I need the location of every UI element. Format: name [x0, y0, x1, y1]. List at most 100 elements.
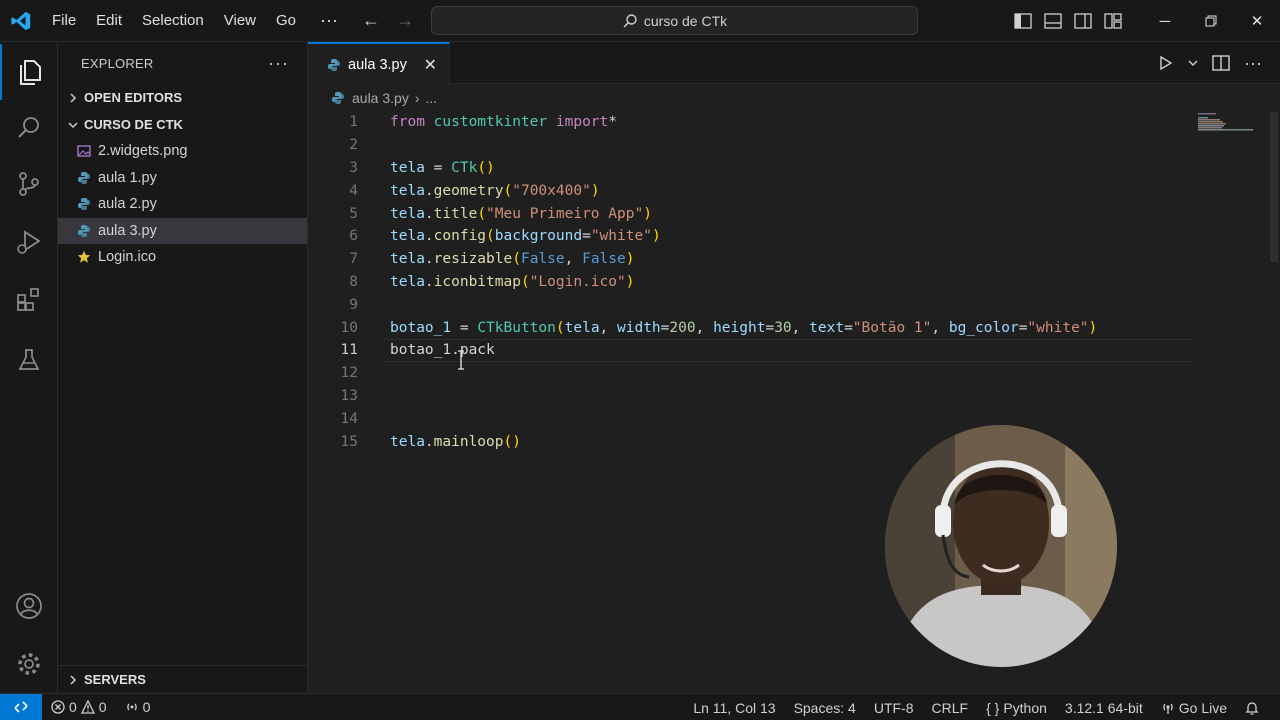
- file-item-aula2[interactable]: aula 2.py: [58, 191, 307, 218]
- python-file-icon: [330, 90, 346, 106]
- search-icon[interactable]: [0, 100, 58, 156]
- toggle-secondary-sidebar-icon[interactable]: [1074, 13, 1092, 29]
- menu-view[interactable]: View: [214, 0, 266, 42]
- python-file-icon: [76, 170, 92, 186]
- tab-aula3[interactable]: aula 3.py ✕: [308, 42, 450, 85]
- notifications-button[interactable]: [1236, 694, 1268, 720]
- cursor-position-status[interactable]: Ln 11, Col 13: [684, 694, 784, 720]
- folder-section[interactable]: CURSO DE CTK: [58, 111, 307, 138]
- file-item-aula1[interactable]: aula 1.py: [58, 165, 307, 192]
- open-editors-section[interactable]: OPEN EDITORS: [58, 84, 307, 111]
- extensions-icon[interactable]: [0, 272, 58, 328]
- bell-icon: [1245, 701, 1259, 715]
- file-item-login-ico[interactable]: Login.ico: [58, 244, 307, 271]
- line-number: 10: [340, 319, 358, 336]
- indentation-status[interactable]: Spaces: 4: [785, 694, 865, 720]
- split-editor-icon[interactable]: [1212, 55, 1230, 71]
- editor-more-actions-icon[interactable]: ···: [1244, 53, 1262, 74]
- restore-button[interactable]: [1188, 0, 1234, 42]
- line-number: 1: [349, 114, 358, 131]
- code-line: 10 botao_1 = CTkButton(tela, width=200, h…: [308, 316, 1208, 339]
- problems-status[interactable]: 0 0: [42, 694, 116, 720]
- file-item-image[interactable]: 2.widgets.png: [58, 138, 307, 165]
- minimap[interactable]: [1198, 112, 1258, 132]
- eol-status[interactable]: CRLF: [923, 694, 978, 720]
- back-arrow-icon[interactable]: ←: [362, 10, 380, 31]
- code-line: 8 tela.iconbitmap("Login.ico"): [308, 271, 1208, 294]
- line-number: 7: [349, 251, 358, 268]
- broadcast-icon: [126, 703, 137, 711]
- code-line: 9: [308, 293, 1208, 316]
- code-text: tela.geometry("700x400"): [390, 182, 600, 199]
- breadcrumb-more[interactable]: ...: [426, 90, 438, 106]
- folder-label: CURSO DE CTK: [84, 117, 183, 132]
- close-icon[interactable]: ✕: [424, 55, 437, 75]
- code-line: 1 from customtkinter import*: [308, 111, 1208, 134]
- menu-bar: File Edit Selection View Go ···: [42, 0, 352, 42]
- explorer-more-button[interactable]: ···: [268, 53, 289, 74]
- source-control-icon[interactable]: [0, 156, 58, 212]
- text-cursor-icon: [458, 350, 464, 370]
- remote-window-button[interactable]: [0, 693, 42, 720]
- servers-section[interactable]: SERVERS: [58, 665, 308, 693]
- code-text: tela.iconbitmap("Login.ico"): [390, 273, 635, 290]
- chevron-down-icon[interactable]: [1188, 58, 1198, 68]
- forward-arrow-icon[interactable]: →: [396, 10, 414, 31]
- breadcrumb: aula 3.py › ...: [308, 84, 1280, 112]
- explorer-title: EXPLORER: [81, 55, 154, 71]
- minimize-button[interactable]: ─: [1142, 0, 1188, 42]
- close-window-button[interactable]: ✕: [1234, 0, 1280, 42]
- code-editor[interactable]: 1 from customtkinter import* 2 3 tela = CT…: [308, 111, 1280, 693]
- file-item-aula3[interactable]: aula 3.py: [58, 217, 307, 244]
- editor-group: aula 3.py ✕ ··· aula 3.py › ... 1 from cu…: [308, 42, 1280, 693]
- language-mode: Python: [1003, 699, 1047, 716]
- tab-label: aula 3.py: [348, 56, 407, 73]
- toggle-primary-sidebar-icon[interactable]: [1014, 13, 1032, 29]
- file-name: aula 1.py: [98, 169, 157, 186]
- run-python-file-icon[interactable]: [1158, 55, 1174, 71]
- breadcrumb-file[interactable]: aula 3.py: [352, 90, 409, 106]
- vertical-scrollbar[interactable]: [1266, 112, 1280, 652]
- menu-file[interactable]: File: [42, 0, 86, 42]
- scrollbar-thumb[interactable]: [1270, 112, 1278, 262]
- settings-gear-icon[interactable]: [0, 636, 58, 692]
- braces-icon: { }: [986, 699, 1000, 716]
- customize-layout-icon[interactable]: [1104, 13, 1122, 29]
- python-file-icon: [76, 196, 92, 212]
- file-name: aula 3.py: [98, 222, 157, 239]
- line-number: 14: [340, 410, 358, 427]
- interpreter-status[interactable]: 3.12.1 64-bit: [1056, 694, 1152, 720]
- title-bar: File Edit Selection View Go ··· ← → curs…: [0, 0, 1280, 42]
- chevron-right-icon: [64, 92, 82, 103]
- command-center-search[interactable]: curso de CTk: [431, 6, 918, 35]
- tab-bar: aula 3.py ✕ ···: [308, 42, 1280, 85]
- menu-edit[interactable]: Edit: [86, 0, 132, 42]
- menu-go[interactable]: Go: [266, 0, 306, 42]
- toggle-panel-icon[interactable]: [1044, 13, 1062, 29]
- go-live-label: Go Live: [1178, 699, 1227, 716]
- servers-label: SERVERS: [84, 672, 146, 687]
- error-count: 0: [69, 699, 77, 715]
- language-mode-status[interactable]: { } Python: [977, 694, 1056, 720]
- menu-selection[interactable]: Selection: [132, 0, 214, 42]
- menu-more-button[interactable]: ···: [306, 10, 352, 31]
- go-live-button[interactable]: Go Live: [1152, 694, 1236, 720]
- accounts-icon[interactable]: [0, 578, 58, 634]
- testing-flask-icon[interactable]: [0, 332, 58, 388]
- line-number: 12: [340, 365, 358, 382]
- end-of-line: CRLF: [931, 699, 969, 716]
- line-number: 9: [349, 296, 358, 313]
- ports-status[interactable]: 0: [116, 694, 160, 720]
- indentation: Spaces: 4: [793, 699, 856, 716]
- explorer-icon[interactable]: [0, 44, 58, 100]
- line-number: 6: [349, 228, 358, 245]
- code-text: tela.config(background="white"): [390, 228, 661, 245]
- error-icon: [51, 700, 65, 714]
- run-debug-icon[interactable]: [0, 214, 58, 270]
- chevron-down-icon: [64, 120, 82, 130]
- encoding: UTF-8: [873, 699, 914, 716]
- encoding-status[interactable]: UTF-8: [865, 694, 923, 720]
- warning-icon: [80, 700, 95, 714]
- code-line: 12: [308, 362, 1208, 385]
- activity-bar: [0, 42, 58, 693]
